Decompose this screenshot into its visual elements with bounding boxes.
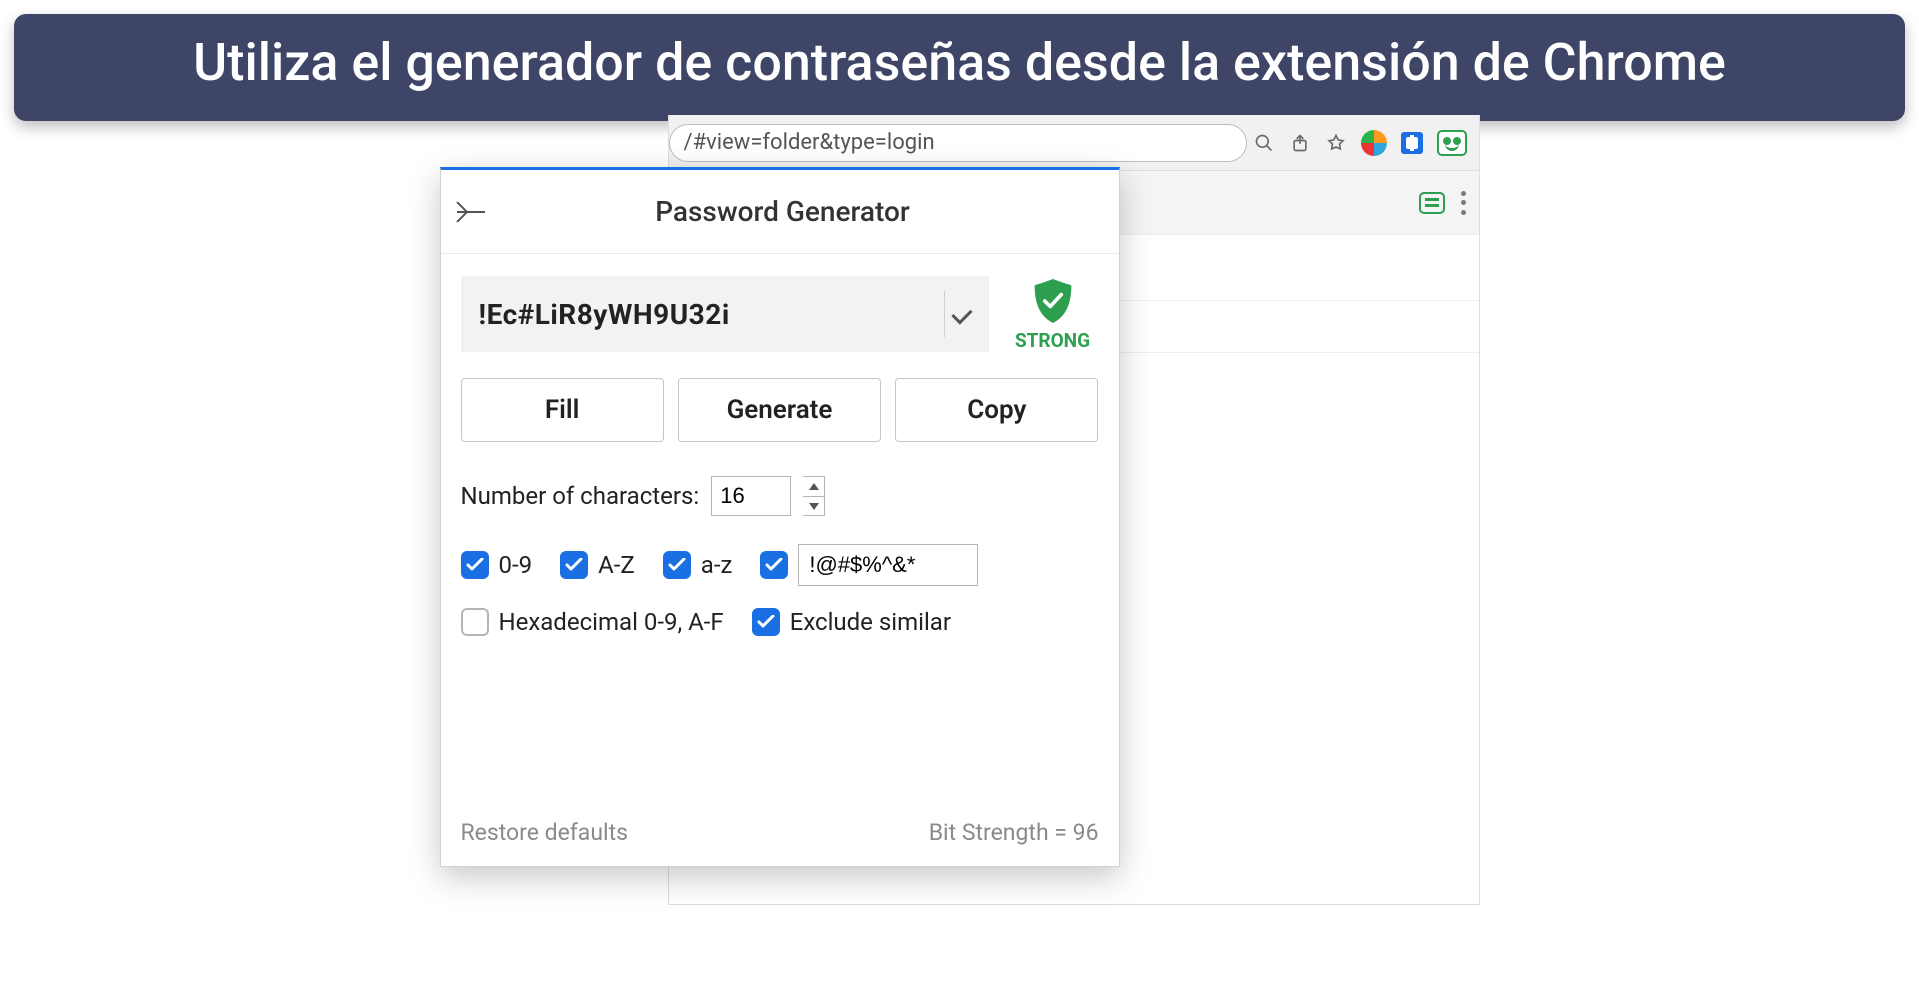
- shield-check-icon: [1031, 277, 1075, 325]
- browser-omnibox-strip: /#view=folder&type=login: [668, 115, 1480, 171]
- password-row: !Ec#LiR8yWH9U32i STRONG: [461, 276, 1099, 352]
- triangle-up-icon: [809, 483, 819, 490]
- check-hex[interactable]: Hexadecimal 0-9, A-F: [461, 608, 724, 636]
- check-exclude-similar[interactable]: Exclude similar: [752, 608, 951, 636]
- check-symbols[interactable]: [760, 544, 978, 586]
- password-generator-popup: Password Generator !Ec#LiR8yWH9U32i STRO…: [440, 167, 1120, 867]
- check-label: 0-9: [499, 551, 533, 579]
- share-icon[interactable]: [1289, 132, 1311, 154]
- check-digits[interactable]: 0-9: [461, 551, 533, 579]
- numchars-label: Number of characters:: [461, 482, 700, 510]
- numchars-input[interactable]: [711, 476, 791, 516]
- check-upper[interactable]: A-Z: [560, 551, 635, 579]
- url-text: /#view=folder&type=login: [684, 130, 935, 155]
- divider: [944, 291, 945, 337]
- fill-button[interactable]: Fill: [461, 378, 664, 442]
- check-lower[interactable]: a-z: [663, 551, 733, 579]
- checkbox-icon: [560, 551, 588, 579]
- extension-icon-2[interactable]: [1401, 132, 1423, 154]
- charset-row: 0-9 A-Z a-z: [461, 544, 1099, 586]
- banner: Utiliza el generador de contraseñas desd…: [14, 14, 1905, 121]
- generated-password: !Ec#LiR8yWH9U32i: [479, 298, 944, 331]
- spinner-up[interactable]: [803, 477, 824, 497]
- options: Number of characters: 0-9 A-Z: [461, 476, 1099, 658]
- bit-strength-label: Bit Strength = 96: [929, 819, 1099, 846]
- more-menu-icon[interactable]: [1461, 191, 1467, 215]
- extension-icon-1[interactable]: [1361, 130, 1387, 156]
- popup-footer: Restore defaults Bit Strength = 96: [441, 819, 1119, 866]
- popup-title: Password Generator: [463, 195, 1103, 228]
- check-label: Exclude similar: [790, 608, 951, 636]
- checkbox-icon: [752, 608, 780, 636]
- button-row: Fill Generate Copy: [461, 378, 1099, 442]
- url-bar[interactable]: /#view=folder&type=login: [669, 124, 1247, 162]
- search-icon[interactable]: [1253, 132, 1275, 154]
- back-icon[interactable]: [457, 211, 485, 213]
- omnibox-icons: [1253, 130, 1467, 156]
- strength-indicator: STRONG: [1007, 277, 1099, 352]
- spinner-down[interactable]: [803, 497, 824, 516]
- checkbox-icon: [461, 608, 489, 636]
- symbols-input[interactable]: [798, 544, 978, 586]
- password-box: !Ec#LiR8yWH9U32i: [461, 276, 989, 352]
- numchars-row: Number of characters:: [461, 476, 1099, 516]
- copy-button[interactable]: Copy: [895, 378, 1098, 442]
- checkbox-icon: [760, 551, 788, 579]
- numchars-spinner[interactable]: [803, 476, 825, 516]
- triangle-down-icon: [809, 503, 819, 510]
- chevron-down-icon[interactable]: [951, 304, 972, 325]
- checkbox-icon: [663, 551, 691, 579]
- check-label: A-Z: [598, 551, 635, 579]
- check-label: Hexadecimal 0-9, A-F: [499, 608, 724, 636]
- popup-header: Password Generator: [441, 170, 1119, 254]
- generate-button[interactable]: Generate: [678, 378, 881, 442]
- checkbox-icon: [461, 551, 489, 579]
- restore-defaults-link[interactable]: Restore defaults: [461, 819, 628, 846]
- fill-form-icon[interactable]: [1419, 192, 1445, 214]
- strength-label: STRONG: [1015, 329, 1090, 352]
- extension-roboform-icon[interactable]: [1437, 130, 1467, 156]
- star-icon[interactable]: [1325, 132, 1347, 154]
- stage: /#view=folder&type=login rch RoboForm: [440, 115, 1480, 905]
- check-label: a-z: [701, 551, 733, 579]
- extra-row: Hexadecimal 0-9, A-F Exclude similar: [461, 608, 1099, 636]
